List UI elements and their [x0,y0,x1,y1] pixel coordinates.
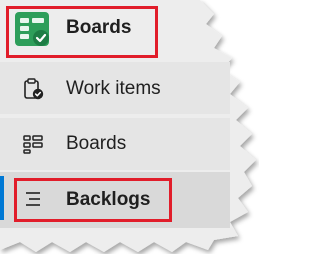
nav-item-label: Work items [66,78,161,99]
nav-item-boards[interactable]: Boards [0,118,230,170]
boards-nav-snippet: Boards Work items Boards Backlogs [0,0,259,254]
nav-item-label: Boards [66,133,127,154]
clipboard-check-icon [22,78,44,100]
selected-indicator [0,176,4,220]
highlight-box-boards-hub [6,6,158,58]
nav-item-work-items[interactable]: Work items [0,62,230,114]
highlight-box-backlogs [14,178,172,222]
boards-grid-icon [22,133,44,155]
